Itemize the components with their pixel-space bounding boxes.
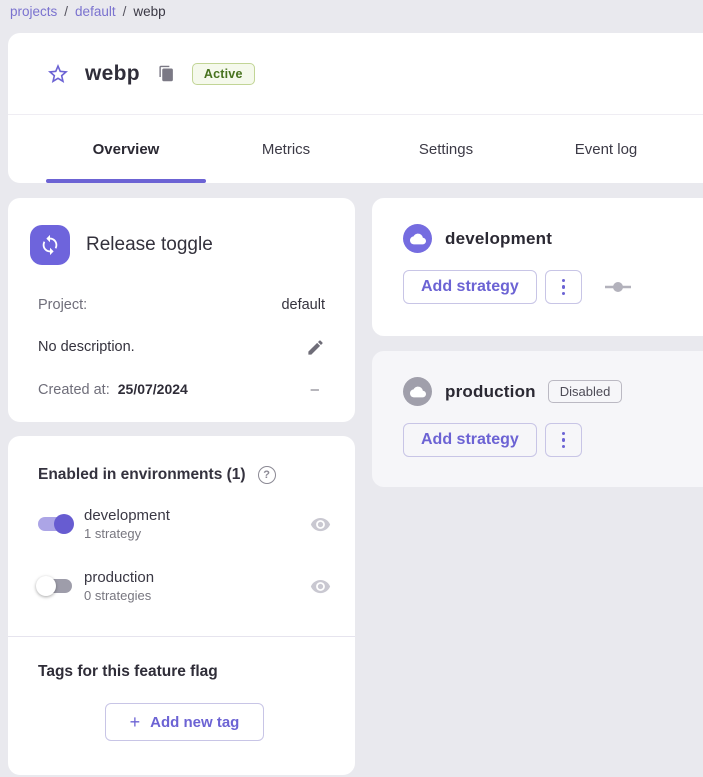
environments-summary-card: Enabled in environments (1) ? developmen…	[8, 436, 355, 775]
kebab-dot	[562, 432, 566, 436]
toggle-thumb	[36, 576, 56, 596]
strategy-count: 0 strategies	[84, 588, 310, 603]
add-strategy-button[interactable]: Add strategy	[403, 423, 537, 457]
description-row: No description.	[38, 336, 325, 358]
environment-panel-production: production Disabled Add strategy	[372, 351, 703, 487]
tab-metrics[interactable]: Metrics	[206, 115, 366, 183]
created-at-row: Created at: 25/07/2024 –	[38, 378, 325, 400]
created-at-value: 25/07/2024	[118, 381, 188, 397]
page-title: webp	[85, 62, 140, 86]
breadcrumb-separator: /	[64, 4, 68, 19]
tab-bar: Overview Metrics Settings Event log	[8, 115, 703, 183]
feature-flag-page: projects / default / webp webp Active Ov…	[0, 0, 703, 777]
cloud-environment-icon	[403, 377, 432, 406]
edit-description-button[interactable]	[306, 338, 325, 357]
main-content: Release toggle Project: default No descr…	[8, 198, 703, 775]
feature-type-name: Release toggle	[86, 234, 213, 256]
empty-value-dash: –	[311, 381, 325, 398]
tags-section: Tags for this feature flag + Add new tag	[8, 637, 355, 775]
favorite-star-icon[interactable]	[46, 62, 70, 86]
feature-meta-card: Release toggle Project: default No descr…	[8, 198, 355, 422]
tab-overview[interactable]: Overview	[46, 115, 206, 183]
environments-title: Enabled in environments (1)	[38, 466, 246, 484]
release-toggle-icon	[30, 225, 70, 265]
panel-actions: Add strategy	[403, 423, 693, 457]
breadcrumb-projects[interactable]: projects	[10, 4, 57, 19]
feature-title-row: webp Active	[8, 33, 703, 115]
tab-event-log[interactable]: Event log	[526, 115, 686, 183]
tags-title: Tags for this feature flag	[38, 663, 331, 681]
environment-row-production: production 0 strategies	[36, 564, 331, 608]
tab-settings[interactable]: Settings	[366, 115, 526, 183]
kebab-dot	[562, 445, 566, 449]
environment-panel-development: development Add strategy	[372, 198, 703, 336]
environment-text: development 1 strategy	[84, 507, 310, 541]
feature-header-card: webp Active Overview Metrics Settings Ev…	[8, 33, 703, 183]
kebab-dot	[562, 279, 566, 283]
panel-header: production Disabled	[403, 377, 693, 406]
kebab-dot	[562, 438, 566, 442]
breadcrumb: projects / default / webp	[0, 0, 703, 20]
add-new-tag-label: Add new tag	[150, 714, 239, 731]
environment-name: production	[84, 569, 310, 586]
add-strategy-button[interactable]: Add strategy	[403, 270, 537, 304]
strategy-count: 1 strategy	[84, 526, 310, 541]
plus-icon: +	[130, 713, 141, 731]
environment-row-development: development 1 strategy	[36, 502, 331, 546]
visibility-eye-icon[interactable]	[310, 514, 331, 535]
add-new-tag-button[interactable]: + Add new tag	[105, 703, 265, 741]
project-label: Project:	[38, 297, 87, 313]
kebab-dot	[562, 285, 566, 289]
panel-header: development	[403, 224, 693, 253]
production-toggle[interactable]	[36, 575, 74, 597]
visibility-eye-icon[interactable]	[310, 576, 331, 597]
left-column: Release toggle Project: default No descr…	[8, 198, 355, 775]
environments-heading-row: Enabled in environments (1) ?	[8, 466, 355, 484]
cloud-environment-icon	[403, 224, 432, 253]
toggle-thumb	[54, 514, 74, 534]
status-badge: Active	[192, 63, 255, 85]
feature-type-row: Release toggle	[30, 225, 327, 265]
kebab-dot	[562, 292, 566, 296]
copy-icon[interactable]	[158, 65, 175, 82]
help-icon[interactable]: ?	[258, 466, 276, 484]
project-value: default	[281, 297, 325, 313]
project-row: Project: default	[38, 294, 325, 316]
environment-text: production 0 strategies	[84, 569, 310, 603]
panel-actions: Add strategy	[403, 270, 693, 304]
breadcrumb-current: webp	[133, 4, 165, 19]
environment-panel-name: production	[445, 382, 536, 402]
environment-name: development	[84, 507, 310, 524]
breadcrumb-default[interactable]: default	[75, 4, 116, 19]
more-options-button[interactable]	[545, 270, 582, 304]
more-options-button[interactable]	[545, 423, 582, 457]
right-column: development Add strategy	[372, 198, 703, 487]
environment-panel-name: development	[445, 229, 552, 249]
feature-description: No description.	[38, 339, 135, 355]
created-at-label: Created at:	[38, 382, 110, 398]
development-toggle[interactable]	[36, 513, 74, 535]
disabled-badge: Disabled	[548, 380, 623, 403]
breadcrumb-separator: /	[123, 4, 127, 19]
pencil-icon	[306, 338, 325, 357]
strategy-connector-icon	[604, 281, 632, 293]
